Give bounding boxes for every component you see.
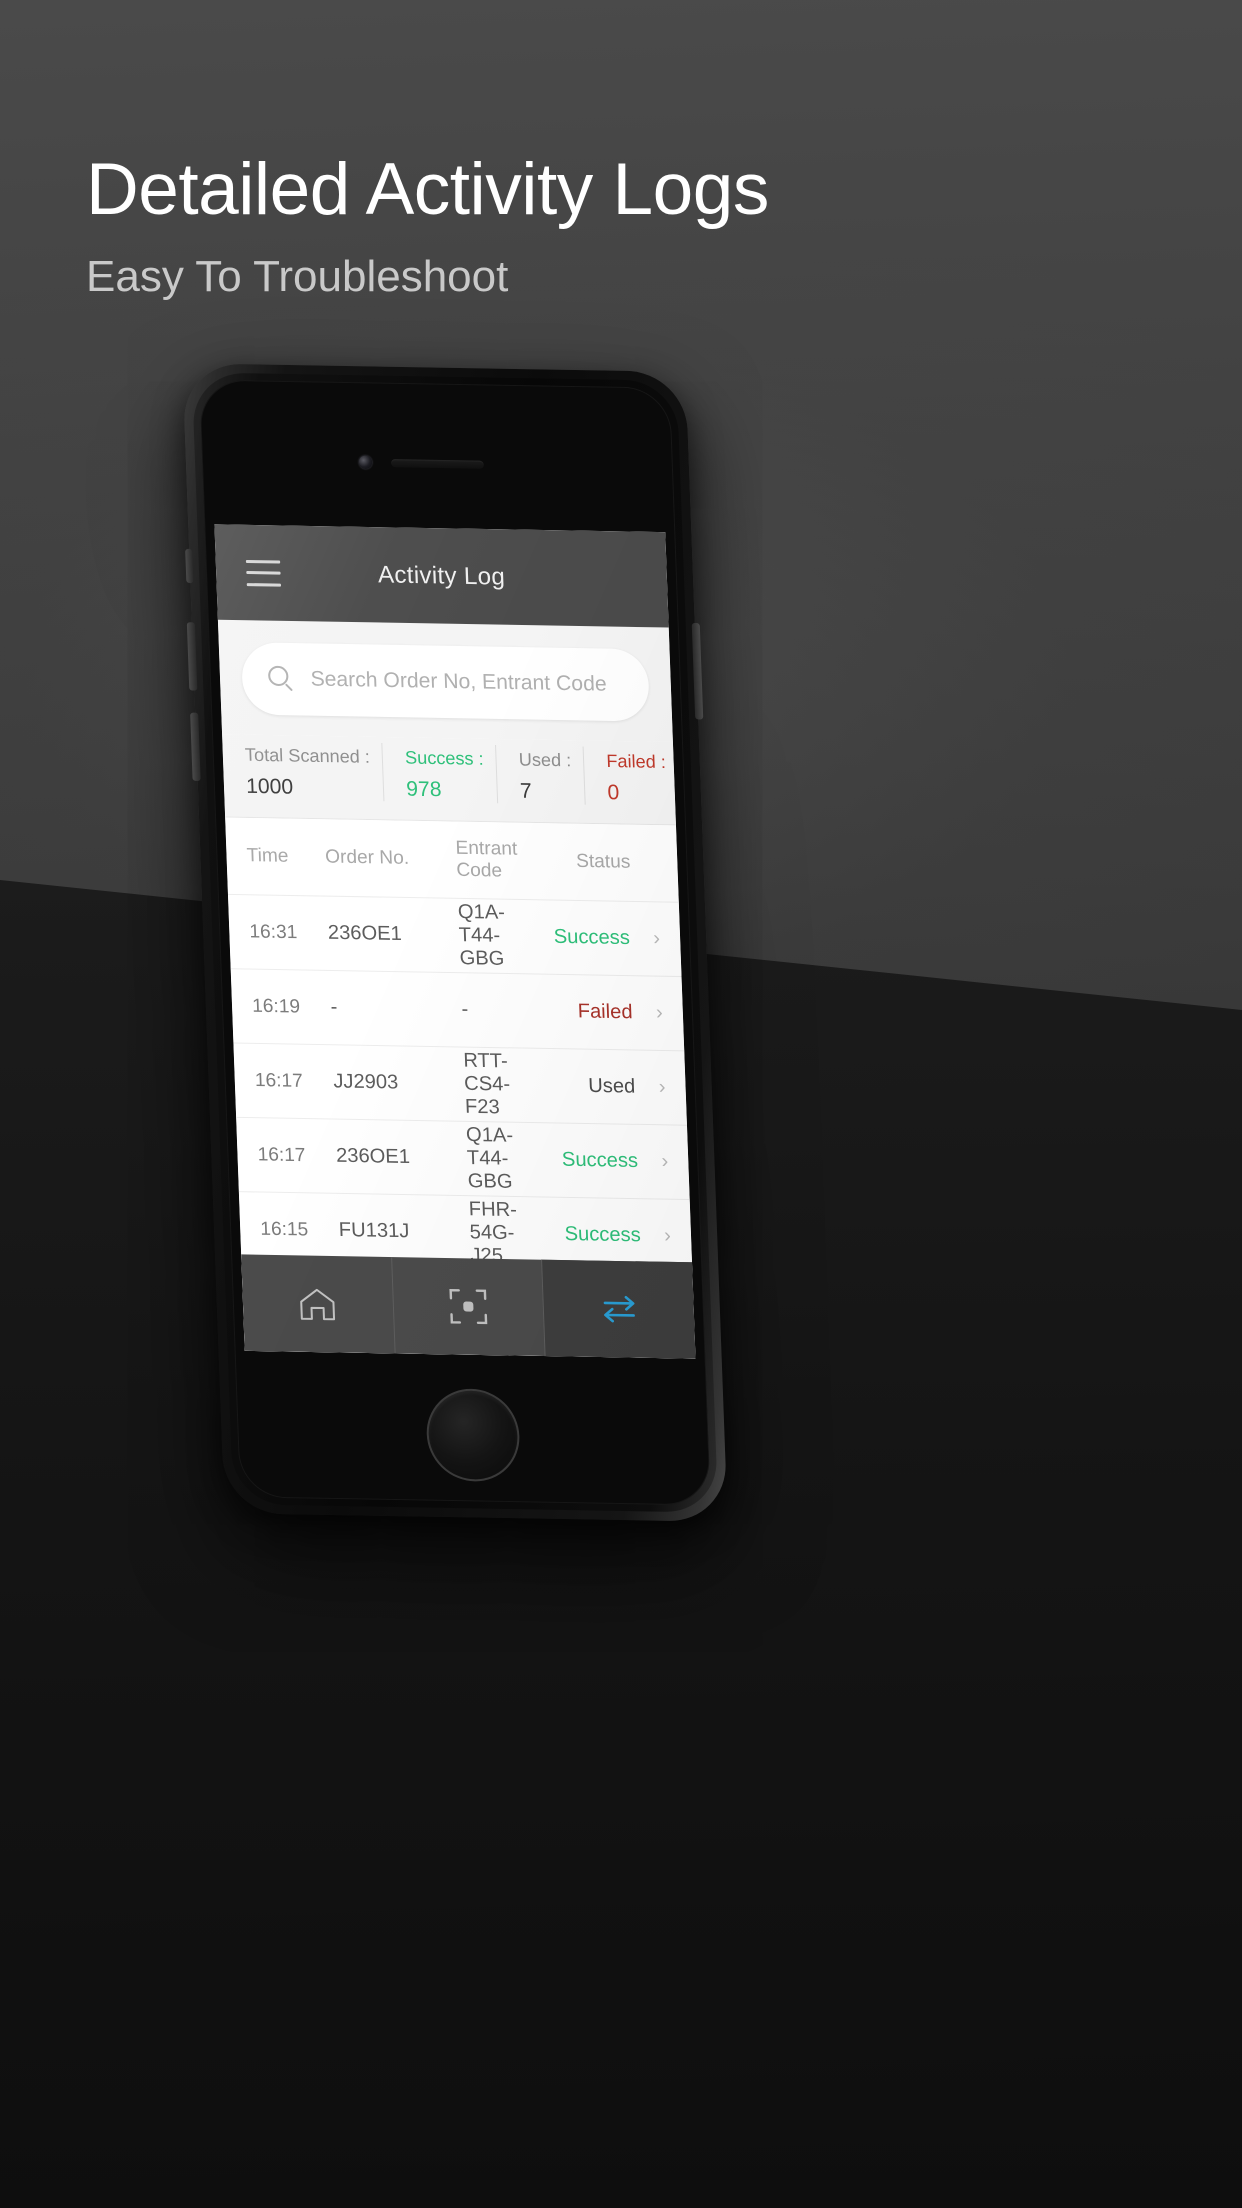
- chevron-right-icon: ›: [652, 927, 661, 950]
- stat-used-label: Used :: [518, 749, 572, 771]
- stats-summary-bar: Total Scanned : 1000 Success : 978 Used …: [222, 734, 680, 826]
- column-header-order: Order No.: [324, 846, 410, 869]
- table-row[interactable]: 16:31 236OE1 Q1A-T44-GBG Success ›: [227, 893, 682, 977]
- stat-total-scanned: Total Scanned : 1000: [222, 740, 383, 801]
- table-header-row: Time Order No. Entrant Code Status: [225, 817, 679, 902]
- stat-used: Used : 7: [495, 744, 585, 805]
- page-title: Activity Log: [377, 560, 506, 591]
- search-input[interactable]: Search Order No, Entrant Code: [240, 642, 651, 722]
- chevron-right-icon: ›: [661, 1150, 669, 1173]
- search-icon: [267, 665, 295, 693]
- row-entrant-code: Q1A-T44-GBG: [465, 1123, 514, 1193]
- chevron-right-icon: ›: [663, 1224, 672, 1247]
- column-header-status: Status: [575, 850, 631, 873]
- column-header-code: Entrant Code: [455, 837, 518, 882]
- row-order-no: 236OE1: [327, 921, 403, 946]
- row-status: Success: [561, 1148, 639, 1173]
- row-time: 16:15: [259, 1218, 309, 1241]
- table-row[interactable]: 16:19 - - Failed ›: [230, 968, 685, 1051]
- row-status: Success: [564, 1222, 642, 1247]
- row-time: 16:17: [254, 1069, 304, 1092]
- row-order-no: 236OE1: [335, 1144, 411, 1169]
- nav-home-button[interactable]: [241, 1254, 394, 1353]
- nav-sync-button[interactable]: [541, 1259, 696, 1359]
- row-entrant-code: -: [461, 998, 469, 1021]
- scan-qr-icon: [447, 1286, 489, 1327]
- stat-success: Success : 978: [381, 742, 498, 804]
- bottom-navigation-bar: [241, 1254, 696, 1359]
- stat-failed-label: Failed :: [606, 750, 667, 773]
- phone-mockup: Activity Log Search Order No, Entrant Co…: [182, 363, 728, 1522]
- table-row[interactable]: 16:17 236OE1 Q1A-T44-GBG Success ›: [236, 1116, 690, 1200]
- chevron-right-icon: ›: [658, 1076, 666, 1099]
- sync-arrows-icon: [598, 1292, 640, 1327]
- row-order-no: FU131J: [338, 1218, 410, 1243]
- stat-success-label: Success :: [404, 747, 484, 769]
- table-row[interactable]: 16:17 JJ2903 RTT-CS4-F23 Used ›: [233, 1042, 687, 1125]
- stat-total-scanned-value: 1000: [245, 774, 294, 799]
- phone-silent-switch[interactable]: [185, 548, 194, 584]
- row-order-no: -: [330, 996, 338, 1019]
- row-entrant-code: Q1A-T44-GBG: [457, 900, 506, 970]
- row-entrant-code: RTT-CS4-F23: [462, 1049, 511, 1119]
- row-order-no: JJ2903: [332, 1070, 399, 1094]
- row-time: 16:17: [257, 1143, 306, 1166]
- phone-screen: Activity Log Search Order No, Entrant Co…: [214, 524, 696, 1359]
- stat-used-value: 7: [519, 779, 533, 803]
- row-status: Failed: [577, 1000, 633, 1024]
- row-status: Used: [587, 1074, 636, 1098]
- promo-subtitle: Easy To Troubleshoot: [86, 252, 509, 302]
- search-section: Search Order No, Entrant Code: [217, 619, 673, 743]
- app-bar: Activity Log: [214, 524, 669, 628]
- stat-total-scanned-label: Total Scanned :: [244, 744, 371, 767]
- stat-success-value: 978: [405, 777, 442, 802]
- phone-earpiece: [391, 459, 484, 469]
- search-placeholder: Search Order No, Entrant Code: [310, 667, 608, 696]
- row-time: 16:19: [251, 995, 301, 1018]
- column-header-time: Time: [246, 845, 289, 867]
- home-icon: [297, 1286, 339, 1323]
- nav-scan-button[interactable]: [390, 1257, 545, 1357]
- row-status: Success: [553, 925, 631, 950]
- chevron-right-icon: ›: [655, 1001, 664, 1024]
- promo-headline-block: Detailed Activity Logs Easy To Troublesh…: [86, 149, 769, 302]
- row-time: 16:31: [249, 920, 298, 943]
- phone-front-camera: [358, 455, 373, 469]
- promo-title: Detailed Activity Logs: [86, 149, 769, 230]
- stat-failed-value: 0: [607, 781, 620, 805]
- stat-failed: Failed : 0: [582, 746, 680, 807]
